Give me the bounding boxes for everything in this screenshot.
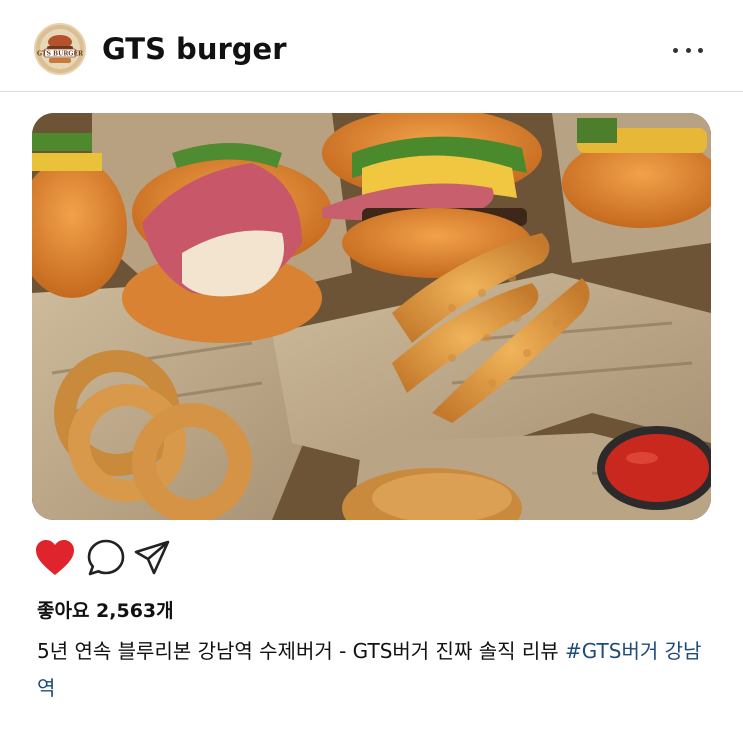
more-dot xyxy=(673,47,678,53)
likes-count[interactable]: 좋아요 2,563개 xyxy=(37,596,174,623)
post-actions xyxy=(34,538,234,578)
caption-text: 5년 연속 블루리본 강남역 수제버거 - GTS버거 진짜 솔직 리뷰 xyxy=(37,639,566,663)
heart-icon[interactable] xyxy=(34,538,76,582)
avatar-logo-text: GTS BURGER xyxy=(37,51,84,58)
post-image[interactable] xyxy=(32,113,711,520)
comment-icon[interactable] xyxy=(86,538,126,582)
burger-photo xyxy=(32,113,711,520)
more-dot xyxy=(685,47,691,53)
post-caption: 5년 연속 블루리본 강남역 수제버거 - GTS버거 진짜 솔직 리뷰 #GT… xyxy=(37,633,709,707)
share-icon[interactable] xyxy=(132,538,172,582)
gts-burger-logo: GTS BURGER xyxy=(36,25,84,73)
more-dots-icon[interactable] xyxy=(673,45,703,55)
post-header: GTS BURGER GTS burger xyxy=(0,0,743,92)
more-dot xyxy=(698,47,703,53)
username[interactable]: GTS burger xyxy=(102,32,287,66)
avatar[interactable]: GTS BURGER xyxy=(34,23,86,75)
